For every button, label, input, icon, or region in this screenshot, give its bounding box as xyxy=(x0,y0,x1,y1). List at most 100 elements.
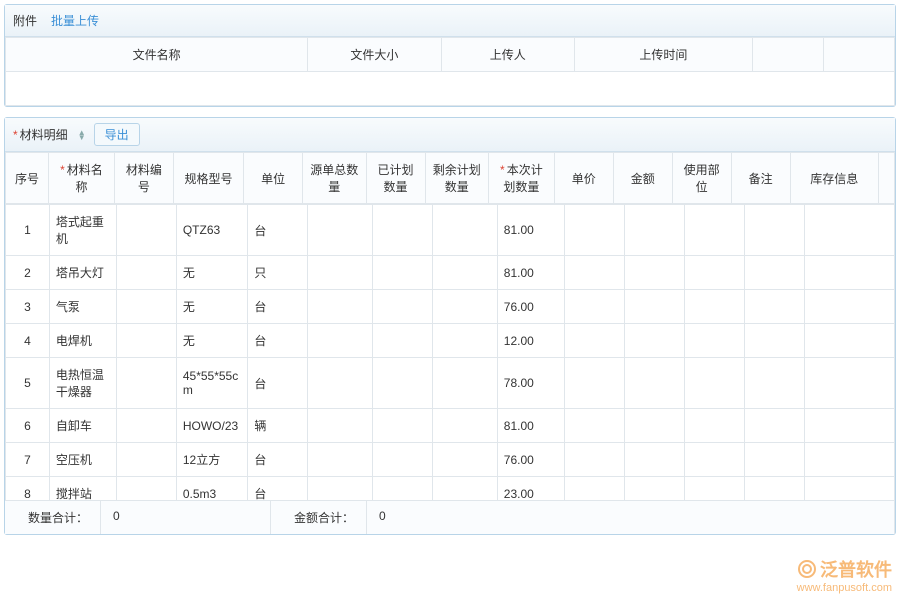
cell-seq: 4 xyxy=(6,324,50,358)
col-seq: 序号 xyxy=(6,153,49,204)
table-row[interactable]: 3气泵无台76.00 xyxy=(6,290,895,324)
cell-src xyxy=(308,324,373,358)
cell-planned xyxy=(373,358,433,409)
attachment-header: 附件 批量上传 xyxy=(5,5,895,37)
table-row[interactable]: 6自卸车HOWO/23辆81.00 xyxy=(6,409,895,443)
cell-code xyxy=(116,324,176,358)
cell-unit: 台 xyxy=(248,290,308,324)
cell-planned xyxy=(373,205,433,256)
material-detail-header: *材料明细 ▲▼ 导出 xyxy=(5,118,895,152)
watermark-url: www.fanpusoft.com xyxy=(797,582,892,594)
cell-src xyxy=(308,358,373,409)
col-amount: 金额 xyxy=(613,153,672,204)
cell-remain xyxy=(433,290,498,324)
table-row[interactable]: 5电热恒温干燥器45*55*55cm台78.00 xyxy=(6,358,895,409)
amt-total-value: 0 xyxy=(367,501,895,534)
cell-seq: 2 xyxy=(6,256,50,290)
cell-price xyxy=(564,358,624,409)
col-remain: 剩余计划数量 xyxy=(425,153,489,204)
col-action1 xyxy=(752,38,823,72)
cell-planned xyxy=(373,409,433,443)
table-row[interactable]: 2塔吊大灯无只81.00 xyxy=(6,256,895,290)
cell-spec: QTZ63 xyxy=(176,205,248,256)
cell-name: 自卸车 xyxy=(49,409,116,443)
cell-price xyxy=(564,205,624,256)
cell-unit: 台 xyxy=(248,205,308,256)
cell-stock xyxy=(804,443,894,477)
col-uploader: 上传人 xyxy=(441,38,574,72)
cell-dept xyxy=(684,256,744,290)
cell-name: 气泵 xyxy=(49,290,116,324)
cell-stock xyxy=(804,409,894,443)
cell-spec: 45*55*55cm xyxy=(176,358,248,409)
cell-remain xyxy=(433,324,498,358)
cell-stock xyxy=(804,205,894,256)
cell-note xyxy=(744,477,804,501)
cell-amount xyxy=(624,409,684,443)
cell-qty: 23.00 xyxy=(497,477,564,501)
cell-spec: 无 xyxy=(176,290,248,324)
col-planned: 已计划数量 xyxy=(366,153,425,204)
cell-code xyxy=(116,290,176,324)
col-note: 备注 xyxy=(731,153,790,204)
cell-dept xyxy=(684,290,744,324)
cell-price xyxy=(564,290,624,324)
cell-spec: 12立方 xyxy=(176,443,248,477)
cell-amount xyxy=(624,256,684,290)
col-price: 单价 xyxy=(554,153,613,204)
cell-seq: 8 xyxy=(6,477,50,501)
table-row[interactable]: 1塔式起重机QTZ63台81.00 xyxy=(6,205,895,256)
cell-name: 塔式起重机 xyxy=(49,205,116,256)
cell-seq: 5 xyxy=(6,358,50,409)
table-row[interactable]: 4电焊机无台12.00 xyxy=(6,324,895,358)
cell-code xyxy=(116,205,176,256)
col-material-name: *材料名称 xyxy=(49,153,115,204)
cell-spec: 无 xyxy=(176,256,248,290)
cell-price xyxy=(564,443,624,477)
cell-dept xyxy=(684,443,744,477)
material-table-scroll[interactable]: 1塔式起重机QTZ63台81.002塔吊大灯无只81.003气泵无台76.004… xyxy=(5,204,895,500)
cell-unit: 台 xyxy=(248,443,308,477)
cell-remain xyxy=(433,358,498,409)
sort-icon[interactable]: ▲▼ xyxy=(78,130,86,140)
watermark-brand: 泛普软件 xyxy=(820,556,892,582)
cell-unit: 台 xyxy=(248,477,308,501)
col-uploadtime: 上传时间 xyxy=(574,38,752,72)
attachment-header-row: 文件名称 文件大小 上传人 上传时间 xyxy=(6,38,895,72)
material-table-body: 1塔式起重机QTZ63台81.002塔吊大灯无只81.003气泵无台76.004… xyxy=(5,204,895,500)
cell-stock xyxy=(804,290,894,324)
export-button[interactable]: 导出 xyxy=(94,123,140,146)
cell-stock xyxy=(804,358,894,409)
cell-price xyxy=(564,324,624,358)
cell-src xyxy=(308,477,373,501)
material-detail-title: *材料明细 xyxy=(13,126,68,143)
cell-name: 电热恒温干燥器 xyxy=(49,358,116,409)
cell-remain xyxy=(433,205,498,256)
cell-name: 搅拌站 xyxy=(49,477,116,501)
cell-dept xyxy=(684,358,744,409)
table-row[interactable]: 8搅拌站0.5m3台23.00 xyxy=(6,477,895,501)
cell-seq: 6 xyxy=(6,409,50,443)
cell-qty: 76.00 xyxy=(497,443,564,477)
material-header-row: 序号 *材料名称 材料编号 规格型号 单位 源单总数量 已计划数量 剩余计划数量… xyxy=(6,153,895,204)
material-table-head: 序号 *材料名称 材料编号 规格型号 单位 源单总数量 已计划数量 剩余计划数量… xyxy=(5,152,895,204)
col-scrollbar-spacer xyxy=(879,153,895,204)
col-dept: 使用部位 xyxy=(672,153,731,204)
cell-note xyxy=(744,290,804,324)
cell-code xyxy=(116,409,176,443)
qty-total-value: 0 xyxy=(101,501,271,534)
cell-amount xyxy=(624,443,684,477)
bulk-upload-button[interactable]: 批量上传 xyxy=(45,10,105,31)
table-row[interactable]: 7空压机12立方台76.00 xyxy=(6,443,895,477)
cell-spec: HOWO/23 xyxy=(176,409,248,443)
cell-seq: 7 xyxy=(6,443,50,477)
cell-remain xyxy=(433,443,498,477)
cell-remain xyxy=(433,256,498,290)
cell-note xyxy=(744,205,804,256)
cell-src xyxy=(308,290,373,324)
cell-price xyxy=(564,409,624,443)
cell-note xyxy=(744,358,804,409)
cell-stock xyxy=(804,256,894,290)
cell-code xyxy=(116,358,176,409)
cell-src xyxy=(308,409,373,443)
